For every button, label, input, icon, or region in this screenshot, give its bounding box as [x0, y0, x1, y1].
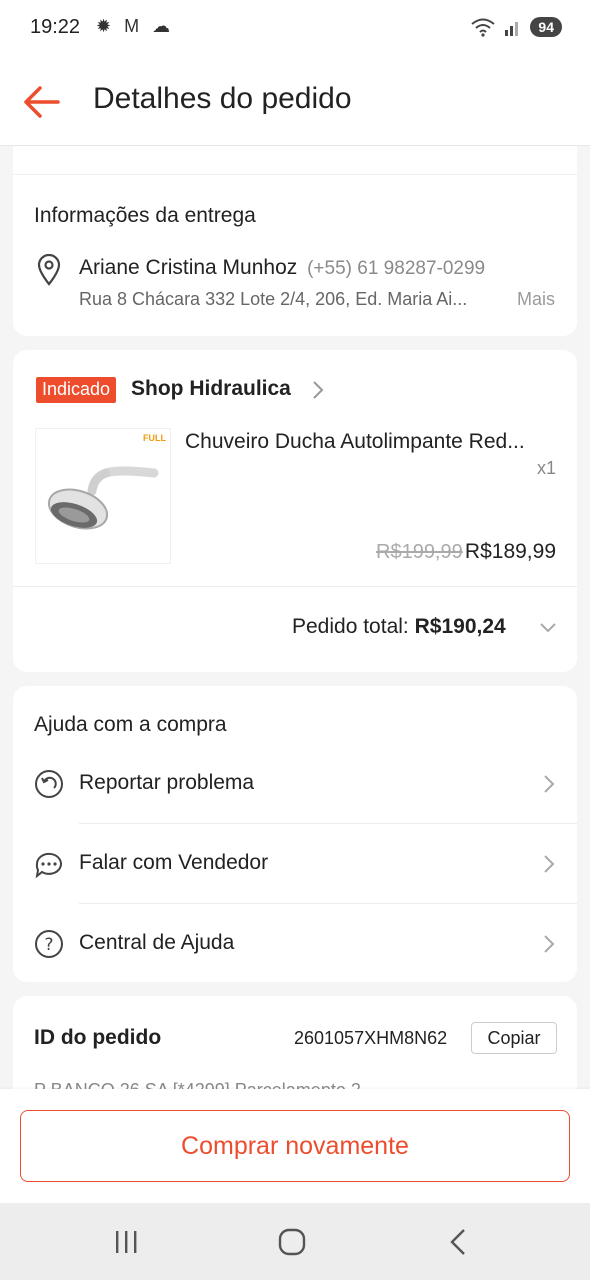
recommended-badge: Indicado — [36, 377, 117, 403]
bottom-action-bar: Comprar novamente — [0, 1089, 590, 1203]
battery-indicator: 94 — [530, 17, 562, 37]
chevron-right-icon — [544, 775, 555, 793]
location-pin-icon — [37, 254, 61, 286]
help-item-report-problem[interactable]: Reportar problema — [13, 744, 577, 824]
more-link[interactable]: Mais — [517, 289, 555, 310]
help-section-title: Ajuda com a compra — [34, 713, 227, 736]
current-price: R$189,99 — [464, 540, 556, 563]
back-nav-icon[interactable] — [438, 1227, 478, 1257]
system-nav-bar — [0, 1203, 590, 1280]
order-total-value: R$190,24 — [414, 615, 506, 638]
help-item-chat-seller[interactable]: Falar com Vendedor — [13, 824, 577, 904]
order-id-value: 2601057XHM8N62 — [294, 1028, 448, 1048]
status-bar: 19:22 ✹ M ☁ 94 — [0, 0, 590, 56]
original-price: R$199,99 — [376, 541, 463, 563]
status-right: 94 — [470, 17, 562, 37]
recent-apps-icon[interactable] — [106, 1227, 146, 1257]
product-quantity: x1 — [536, 458, 556, 478]
report-icon — [35, 770, 63, 798]
buy-again-button[interactable]: Comprar novamente — [20, 1110, 570, 1182]
status-time: 19:22 — [30, 16, 81, 38]
shop-name[interactable]: Shop Hidraulica — [131, 377, 291, 401]
chevron-right-icon[interactable] — [311, 379, 325, 401]
question-mark-icon: ? — [35, 930, 63, 958]
help-item-label: Central de Ajuda — [79, 931, 235, 954]
app-header: Detalhes do pedido — [0, 56, 590, 146]
help-item-label: Reportar problema — [79, 771, 255, 794]
copy-button[interactable]: Copiar — [471, 1022, 557, 1054]
order-id-label: ID do pedido — [34, 1026, 162, 1049]
order-total[interactable]: Pedido total: R$190,24 — [292, 615, 506, 639]
product-name[interactable]: Chuveiro Ducha Autolimpante Red... — [185, 430, 525, 454]
delivery-section-title: Informações da entrega — [34, 204, 256, 227]
notification-icons: ✹ M ☁ — [96, 16, 175, 36]
help-card: Ajuda com a compra Reportar problema Fal… — [13, 686, 577, 982]
recipient-name: Ariane Cristina Munhoz — [79, 256, 298, 279]
chat-icon — [35, 852, 62, 879]
signal-icon — [505, 22, 519, 36]
svg-text:?: ? — [44, 935, 53, 955]
back-arrow-icon[interactable] — [20, 82, 64, 122]
chevron-down-icon[interactable] — [539, 622, 557, 634]
chevron-right-icon — [544, 855, 555, 873]
page-title: Detalhes do pedido — [93, 82, 352, 115]
chevron-right-icon — [544, 935, 555, 953]
product-image[interactable]: FULL — [35, 428, 171, 564]
recipient-line: Ariane Cristina Munhoz (+55) 61 98287-02… — [79, 256, 485, 280]
help-item-label: Falar com Vendedor — [79, 851, 269, 874]
wifi-icon — [471, 18, 496, 37]
order-card: Indicado Shop Hidraulica FULL Chuveiro D… — [13, 350, 577, 672]
home-icon[interactable] — [272, 1227, 312, 1257]
product-brand-label: FULL — [143, 433, 166, 443]
shower-head-icon — [47, 466, 159, 530]
order-total-label: Pedido total: — [292, 615, 409, 638]
delivery-info-card[interactable]: Informações da entrega Ariane Cristina M… — [13, 146, 577, 336]
recipient-phone: (+55) 61 98287-0299 — [307, 258, 486, 279]
delivery-address: Rua 8 Chácara 332 Lote 2/4, 206, Ed. Mar… — [79, 289, 468, 309]
divider — [13, 174, 577, 175]
help-item-help-center[interactable]: ? Central de Ajuda — [13, 904, 577, 984]
divider — [13, 586, 577, 587]
